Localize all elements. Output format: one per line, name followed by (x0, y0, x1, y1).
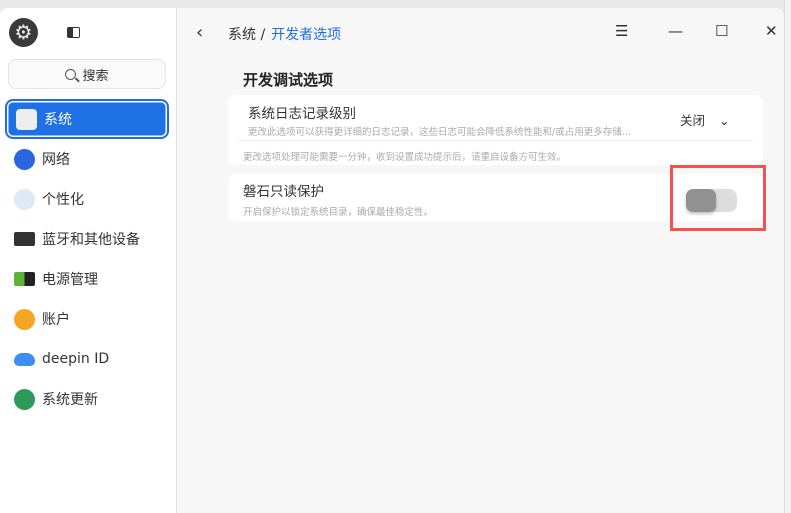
search-icon (65, 68, 77, 80)
divider (238, 140, 753, 141)
account-icon (14, 308, 35, 330)
settings-window: ⚙ 搜索 系统 网络 个性化 蓝牙和其他设备 电源管理 账户 deepin ID… (0, 8, 784, 513)
breadcrumb: 系统 / 开发者选项 (228, 24, 341, 44)
breadcrumb-parent[interactable]: 系统 (228, 27, 256, 43)
power-icon (14, 272, 35, 286)
sidebar-item-power[interactable]: 电源管理 (5, 259, 169, 299)
log-level-desc: 更改此选项可以获得更详细的日志记录，这些日志可能会降低系统性能和/或占用更多存储… (248, 127, 632, 138)
scrollbar[interactable] (784, 0, 791, 513)
settings-logo-icon: ⚙ (9, 18, 38, 47)
sidebar-item-bluetooth[interactable]: 蓝牙和其他设备 (5, 219, 169, 259)
system-icon (16, 108, 37, 130)
back-button[interactable]: ‹ (196, 22, 203, 43)
update-icon (14, 388, 35, 410)
log-level-note: 更改选项处理可能需要一分钟，收到设置成功提示后，请重启设备方可生效。 (243, 152, 567, 163)
content-area: ‹ 系统 / 开发者选项 ☰ — ☐ ✕ 开发调试选项 系统日志记录级别 更改此选… (178, 8, 784, 513)
maximize-icon[interactable]: ☐ (715, 22, 728, 40)
personalization-icon (14, 188, 35, 210)
sidebar: ⚙ 搜索 系统 网络 个性化 蓝牙和其他设备 电源管理 账户 deepin ID… (0, 8, 177, 513)
sidebar-item-update[interactable]: 系统更新 (5, 379, 169, 419)
close-icon[interactable]: ✕ (765, 22, 778, 40)
sidebar-item-label: 系统更新 (42, 392, 98, 408)
search-input[interactable]: 搜索 (8, 59, 166, 89)
readonly-desc: 开启保护以锁定系统目录，确保最佳稳定性。 (243, 207, 434, 218)
sidebar-item-label: 网络 (42, 152, 70, 168)
sidebar-item-label: deepin ID (42, 351, 110, 367)
sidebar-toggle-icon[interactable] (67, 27, 80, 38)
log-level-title: 系统日志记录级别 (248, 106, 356, 122)
sidebar-item-label: 电源管理 (42, 272, 98, 288)
sidebar-nav: 系统 网络 个性化 蓝牙和其他设备 电源管理 账户 deepin ID 系统更新 (5, 99, 169, 419)
breadcrumb-separator: / (260, 27, 266, 43)
sidebar-item-account[interactable]: 账户 (5, 299, 169, 339)
log-level-value: 关闭 (680, 113, 706, 128)
readonly-title: 磐石只读保护 (243, 184, 324, 200)
chevron-down-icon: ⌄ (719, 113, 730, 128)
sidebar-item-network[interactable]: 网络 (5, 139, 169, 179)
bluetooth-devices-icon (14, 232, 35, 246)
sidebar-item-deepin-id[interactable]: deepin ID (5, 339, 169, 379)
search-label: 搜索 (82, 68, 109, 84)
highlight-box (670, 165, 766, 231)
breadcrumb-current: 开发者选项 (271, 27, 342, 43)
minimize-icon[interactable]: — (668, 22, 683, 40)
section-title: 开发调试选项 (243, 71, 334, 89)
log-level-card: 系统日志记录级别 更改此选项可以获得更详细的日志记录，这些日志可能会降低系统性能… (228, 95, 763, 165)
sidebar-item-system[interactable]: 系统 (5, 99, 169, 139)
cloud-icon (14, 352, 35, 366)
sidebar-item-label: 系统 (44, 112, 72, 128)
network-icon (14, 148, 35, 170)
sidebar-item-label: 账户 (42, 312, 70, 328)
log-level-select[interactable]: 关闭 ⌄ (680, 110, 730, 129)
menu-icon[interactable]: ☰ (615, 22, 628, 40)
sidebar-item-label: 蓝牙和其他设备 (42, 232, 140, 248)
sidebar-item-personalization[interactable]: 个性化 (5, 179, 169, 219)
sidebar-item-label: 个性化 (42, 192, 84, 208)
